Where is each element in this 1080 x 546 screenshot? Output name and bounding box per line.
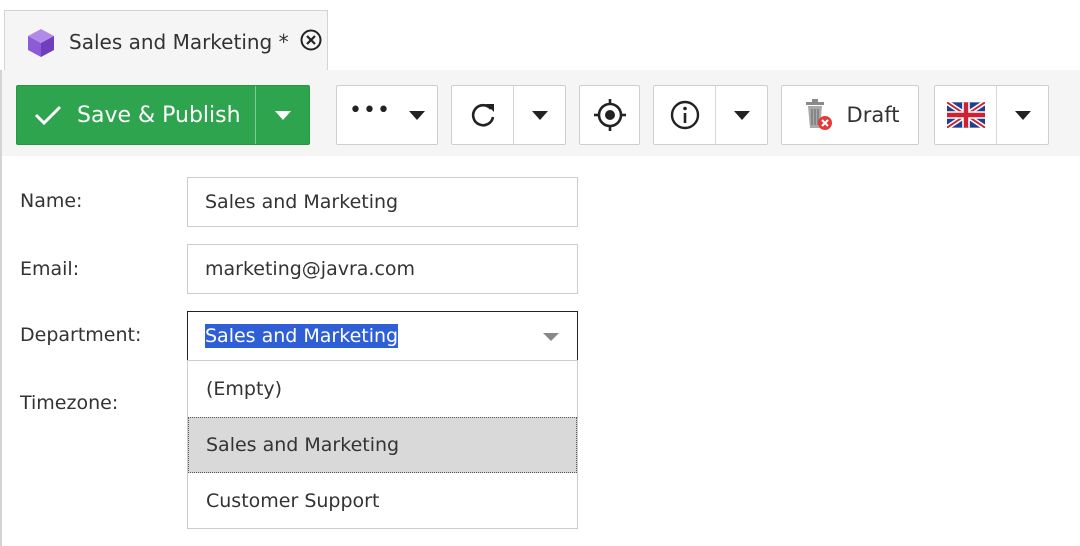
- department-dropdown-list: (Empty) Sales and Marketing Customer Sup…: [187, 360, 578, 529]
- language-dropdown-button[interactable]: [996, 86, 1048, 144]
- more-actions-button[interactable]: •••: [336, 85, 438, 145]
- chevron-down-icon: [733, 110, 750, 120]
- dropdown-option-empty[interactable]: (Empty): [188, 361, 577, 417]
- dropdown-option-label: (Empty): [206, 378, 283, 400]
- name-value: Sales and Marketing: [205, 191, 399, 213]
- department-label: Department:: [20, 324, 142, 346]
- tab-title: Sales and Marketing *: [69, 30, 289, 54]
- department-selected-value: Sales and Marketing: [205, 324, 399, 348]
- chevron-down-icon[interactable]: [543, 333, 559, 341]
- name-input[interactable]: Sales and Marketing: [187, 177, 578, 227]
- tab-sales-and-marketing[interactable]: Sales and Marketing *: [4, 10, 328, 72]
- email-label: Email:: [20, 258, 80, 280]
- info-button[interactable]: [654, 86, 715, 144]
- checkmark-icon: [34, 105, 62, 126]
- chevron-down-icon: [1014, 110, 1031, 120]
- save-publish-label: Save & Publish: [77, 102, 241, 128]
- toolbar: Save & Publish ••• Draft: [2, 70, 1080, 156]
- chevron-down-icon: [531, 110, 548, 120]
- tab-strip: Sales and Marketing *: [0, 0, 1080, 72]
- name-label: Name:: [20, 190, 83, 212]
- close-tab-icon[interactable]: [299, 28, 323, 52]
- draft-label: Draft: [846, 103, 900, 127]
- refresh-split-button: [451, 85, 566, 145]
- save-publish-button[interactable]: Save & Publish: [17, 86, 255, 144]
- target-icon: [593, 99, 626, 131]
- chevron-down-icon: [274, 110, 291, 120]
- save-options-dropdown-button[interactable]: [255, 86, 309, 144]
- email-input[interactable]: marketing@javra.com: [187, 244, 578, 294]
- refresh-button[interactable]: [452, 86, 513, 144]
- timezone-label: Timezone:: [20, 392, 119, 414]
- more-dots-icon: •••: [349, 98, 391, 123]
- email-value: marketing@javra.com: [205, 258, 416, 280]
- draft-button[interactable]: Draft: [781, 85, 919, 145]
- locate-button[interactable]: [579, 85, 640, 145]
- uk-flag-icon: [946, 102, 985, 128]
- refresh-icon: [471, 103, 494, 127]
- info-split-button: [653, 85, 768, 145]
- save-publish-split-button: Save & Publish: [16, 85, 310, 145]
- department-select[interactable]: Sales and Marketing: [187, 311, 578, 361]
- language-split-button: [934, 85, 1049, 145]
- cube-icon: [28, 29, 54, 57]
- dropdown-option-label: Customer Support: [206, 490, 380, 512]
- dropdown-option-label: Sales and Marketing: [206, 434, 400, 456]
- language-button[interactable]: [935, 86, 996, 144]
- info-icon: [670, 100, 699, 130]
- chevron-down-icon: [408, 110, 425, 120]
- refresh-options-dropdown-button[interactable]: [513, 86, 565, 144]
- info-options-dropdown-button[interactable]: [715, 86, 767, 144]
- dropdown-option-sales-and-marketing[interactable]: Sales and Marketing: [188, 417, 577, 473]
- dropdown-option-customer-support[interactable]: Customer Support: [188, 473, 577, 529]
- delete-draft-icon: [805, 99, 832, 130]
